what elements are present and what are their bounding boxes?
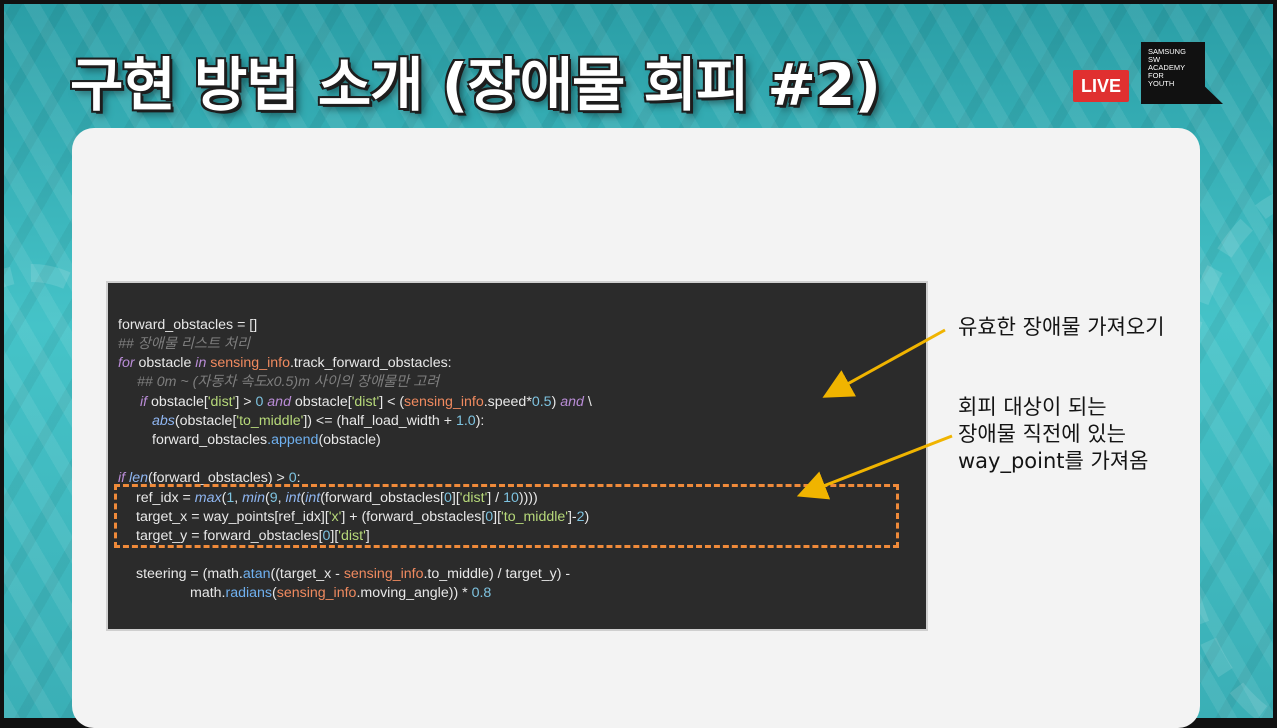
annotation-waypoint-line-1: 회피 대상이 되는 [958, 395, 1107, 419]
code-line-12: steering = (math.atan((target_x - sensin… [136, 566, 571, 582]
slide-title: 구현 방법 소개 (장애물 회피 #2) [70, 51, 881, 119]
code-line-6: abs(obstacle['to_middle']) <= (half_load… [152, 413, 485, 429]
code-line-3: for obstacle in sensing_info.track_forwa… [118, 355, 452, 371]
highlight-dashed-box [114, 484, 899, 548]
annotation-waypoint-line-3: way_point를 가져옴 [958, 449, 1149, 473]
code-line-1: forward_obstacles = [] [118, 317, 258, 333]
logo-text: SAMSUNG SW ACADEMY FOR YOUTH [1148, 47, 1186, 88]
annotation-waypoint-line-2: 장애물 직전에 있는 [958, 422, 1126, 446]
code-line-4: ## 0m ~ (자동차 속도x0.5)m 사이의 장애물만 고려 [137, 374, 440, 390]
code-line-7: forward_obstacles.append(obstacle) [152, 432, 381, 448]
samsung-sw-academy-logo: SAMSUNG SW ACADEMY FOR YOUTH [1141, 42, 1223, 104]
code-line-2: ## 장애물 리스트 처리 [118, 336, 251, 352]
live-badge: LIVE [1073, 70, 1129, 102]
code-line-13: math.radians(sensing_info.moving_angle))… [190, 585, 492, 601]
code-panel: forward_obstacles = [] ## 장애물 리스트 처리 for… [106, 281, 928, 631]
code-line-5: if obstacle['dist'] > 0 and obstacle['di… [140, 394, 592, 410]
annotation-valid-obstacles: 유효한 장애물 가져오기 [958, 315, 1165, 339]
